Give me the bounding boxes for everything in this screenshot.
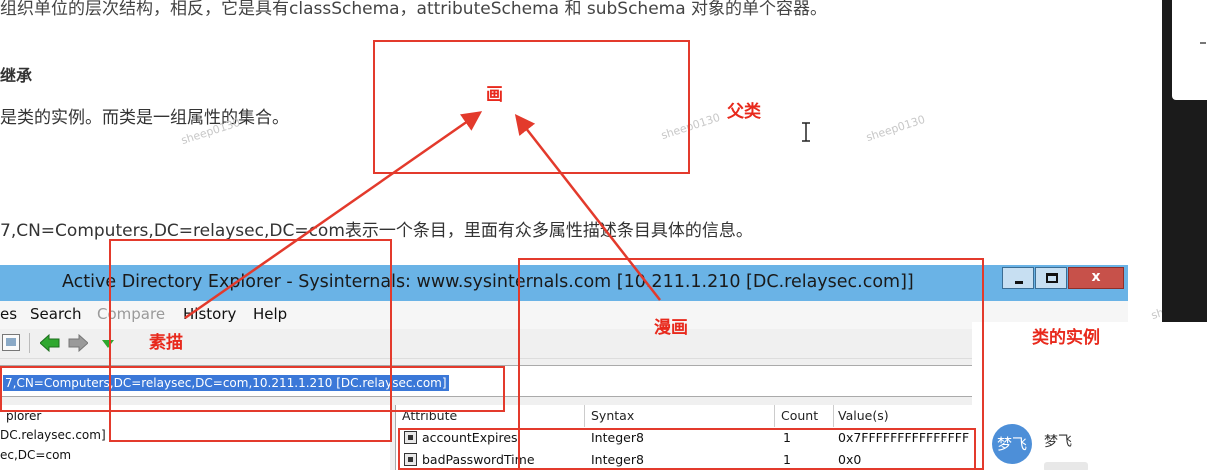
section-heading: 继承: [0, 66, 33, 85]
close-button[interactable]: x: [1068, 267, 1124, 289]
annotation-box-rows: [398, 428, 976, 470]
minimize-icon: [1015, 281, 1023, 284]
menu-file[interactable]: es: [0, 305, 17, 323]
document-text-line: 组织单位的层次结构，相反，它是具有classSchema，attributeSc…: [0, 0, 828, 19]
minimize-button[interactable]: [1002, 267, 1034, 289]
chat-message-bubble: [1044, 462, 1088, 470]
annotation-label: 画: [486, 85, 503, 105]
annotation-label: 父类: [727, 102, 761, 122]
forward-arrow-icon[interactable]: [68, 334, 88, 352]
maximize-icon: [1046, 273, 1058, 283]
document-text-line: 7,CN=Computers,DC=relaysec,DC=com表示一个条目，…: [0, 221, 753, 241]
toolbar-separator: [29, 333, 30, 353]
close-icon: x: [1091, 269, 1101, 285]
side-panel: [1172, 0, 1207, 100]
annotation-label: 素描: [149, 333, 183, 353]
annotation-label: 漫画: [654, 318, 688, 338]
menu-search[interactable]: Search: [30, 305, 82, 323]
tree-item[interactable]: DC.relaysec.com]: [0, 428, 106, 442]
annotation-box-parent: [373, 40, 690, 174]
avatar[interactable]: 梦飞: [992, 424, 1032, 464]
tree-item[interactable]: ec,DC=com: [0, 448, 71, 462]
maximize-button[interactable]: [1035, 267, 1067, 289]
annotation-box-address: [0, 366, 505, 412]
annotation-label: 类的实例: [1032, 328, 1100, 348]
watermark: sheep0130: [864, 112, 927, 145]
text-cursor-icon: [802, 122, 810, 142]
properties-icon[interactable]: [2, 334, 20, 351]
back-arrow-icon[interactable]: [40, 334, 60, 352]
document-text-line: 是类的实例。而类是一组属性的集合。: [0, 108, 289, 128]
chat-username: 梦飞: [1044, 434, 1072, 450]
